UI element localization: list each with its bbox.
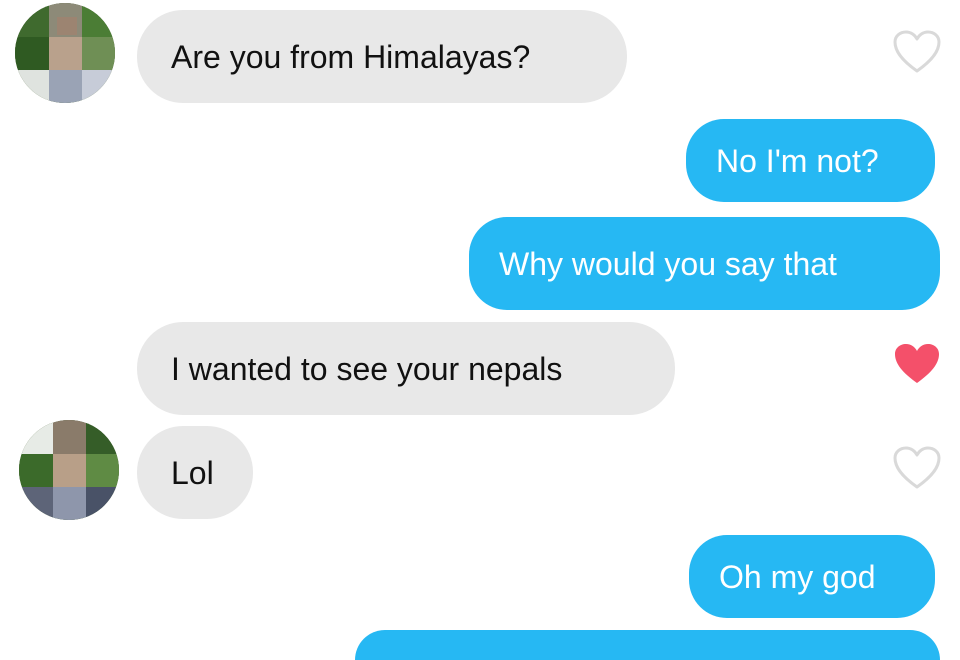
message-text: Oh my god xyxy=(719,558,876,595)
message-text: No I'm not? xyxy=(716,142,879,179)
chat-thread: Are you from Himalayas? No I'm not? Why … xyxy=(0,0,960,660)
message-bubble-outgoing[interactable]: Oh my god xyxy=(689,535,935,618)
message-text: Lol xyxy=(171,454,214,491)
heart-outline-icon xyxy=(893,446,941,489)
message-bubble-outgoing[interactable]: Why would you say that xyxy=(469,217,940,310)
message-bubble-incoming[interactable]: I wanted to see your nepals xyxy=(137,322,675,415)
message-bubble-incoming[interactable]: Are you from Himalayas? xyxy=(137,10,627,103)
like-button[interactable] xyxy=(892,445,942,491)
message-bubble-incoming[interactable]: Lol xyxy=(137,426,253,519)
message-text: Why would you say that xyxy=(499,245,837,282)
pixelated-avatar-image xyxy=(15,3,115,103)
message-text: I wanted to see your nepals xyxy=(171,350,563,387)
heart-outline-icon xyxy=(893,30,941,73)
message-bubble-outgoing-partial[interactable] xyxy=(355,630,940,660)
message-text: Are you from Himalayas? xyxy=(171,38,531,75)
sender-avatar[interactable] xyxy=(15,3,115,103)
pixelated-avatar-image xyxy=(19,420,119,520)
sender-avatar[interactable] xyxy=(19,420,119,520)
like-button[interactable] xyxy=(892,29,942,75)
heart-filled-icon xyxy=(895,344,939,383)
message-bubble-outgoing[interactable]: No I'm not? xyxy=(686,119,935,202)
like-button[interactable] xyxy=(892,341,942,387)
